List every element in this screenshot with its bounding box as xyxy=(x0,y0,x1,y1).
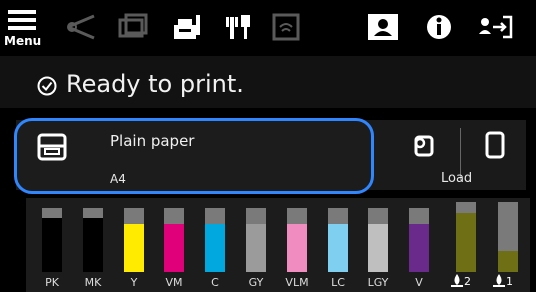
ink-label: LGY xyxy=(367,276,389,289)
feed-button[interactable] xyxy=(108,4,158,50)
ink-c xyxy=(205,208,225,272)
cutter-icon xyxy=(67,14,95,40)
roll-paper-icon[interactable] xyxy=(410,134,436,158)
menu-icon xyxy=(8,10,36,34)
maintenance-tank-level xyxy=(456,212,476,272)
maintenance-tank-label: 2 xyxy=(450,273,471,288)
maintenance-icon xyxy=(174,15,200,39)
status-text: Ready to print. xyxy=(66,70,244,98)
ink-level xyxy=(287,224,307,272)
printer-icon xyxy=(37,133,67,161)
menu-button[interactable]: Menu xyxy=(0,4,50,50)
ink-level xyxy=(42,217,62,272)
ink-label: C xyxy=(211,276,219,289)
ink-v xyxy=(409,208,429,272)
feed-icon xyxy=(118,13,148,38)
maintenance-tank-number: 1 xyxy=(506,275,513,288)
ink-level xyxy=(205,224,225,272)
maintenance-tank-1 xyxy=(498,202,518,272)
ink-level xyxy=(328,224,348,272)
drop-icon xyxy=(493,274,505,287)
ink-label: MK xyxy=(84,276,102,289)
ink-label: LC xyxy=(331,276,345,289)
top-toolbar: Menu xyxy=(0,0,536,56)
check-circle-icon xyxy=(37,76,57,96)
printhead-icon xyxy=(226,15,250,39)
ink-vm xyxy=(164,208,184,272)
ink-y xyxy=(124,208,144,272)
wifi-button[interactable] xyxy=(262,4,312,50)
ink-label: Y xyxy=(130,276,138,289)
ink-label: PK xyxy=(45,276,59,289)
ink-level xyxy=(83,217,103,272)
maintenance-tank-level xyxy=(498,251,518,272)
user-login-button[interactable] xyxy=(472,4,522,50)
maintenance-tank-label: 1 xyxy=(492,273,513,288)
maintenance-tank-2 xyxy=(456,202,476,272)
ink-level xyxy=(246,224,266,272)
info-button[interactable] xyxy=(414,4,464,50)
maintenance-button[interactable] xyxy=(162,4,212,50)
ink-lc xyxy=(328,208,348,272)
menu-label: Menu xyxy=(4,34,42,48)
ink-mk xyxy=(83,208,103,272)
ink-label: V xyxy=(415,276,423,289)
drop-icon xyxy=(451,274,463,287)
ink-label: VLM xyxy=(285,276,309,289)
user-login-icon xyxy=(479,15,513,39)
ink-pk xyxy=(42,208,62,272)
ink-vlm xyxy=(287,208,307,272)
image-icon xyxy=(368,14,398,40)
paper-size: A4 xyxy=(110,172,126,186)
ink-lgy xyxy=(368,208,388,272)
image-button[interactable] xyxy=(358,4,408,50)
paper-settings-button[interactable] xyxy=(14,118,374,194)
cutter-button[interactable] xyxy=(58,4,108,50)
maintenance-tank-number: 2 xyxy=(464,275,471,288)
ink-level xyxy=(164,224,184,272)
printhead-button[interactable] xyxy=(216,4,266,50)
info-icon xyxy=(427,15,451,39)
ink-level xyxy=(368,224,388,272)
load-label[interactable]: Load xyxy=(441,171,472,186)
ink-level xyxy=(124,224,144,272)
ink-level xyxy=(409,224,429,272)
ink-label: GY xyxy=(248,276,264,289)
cut-sheet-icon[interactable] xyxy=(484,130,506,160)
paper-type: Plain paper xyxy=(110,132,195,150)
ink-gy xyxy=(246,208,266,272)
wifi-icon xyxy=(272,13,300,41)
ink-label: VM xyxy=(165,276,183,289)
